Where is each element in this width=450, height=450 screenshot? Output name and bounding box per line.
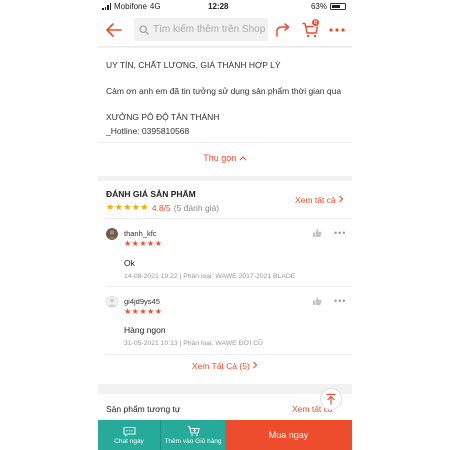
reviews-rating: ★★★★★ 4.8/5 (5 đánh giá) — [106, 202, 219, 213]
reviewer-name: gi4jd9ys45 — [124, 297, 160, 306]
back-arrow-icon[interactable] — [105, 21, 123, 39]
cart-count-badge: 6 — [311, 18, 320, 27]
avatar — [106, 296, 118, 308]
status-left: Mobifone 4G — [102, 2, 161, 11]
carrier-label: Mobifone — [114, 2, 147, 11]
review-text: Ok — [124, 258, 135, 268]
reviews-section: ĐÁNH GIÁ SẢN PHẨM ★★★★★ 4.8/5 (5 đánh gi… — [98, 181, 352, 384]
review-meta: 31-05-2021 10:13 | Phân loại: WAWE ĐỜI C… — [124, 340, 263, 347]
chat-now-button[interactable]: Chat ngay — [98, 420, 161, 450]
search-bar[interactable] — [134, 18, 268, 41]
share-icon[interactable] — [274, 21, 292, 39]
thumbs-up-icon[interactable] — [312, 228, 322, 238]
see-all-reviews-link[interactable]: Xem tất cả — [295, 195, 344, 205]
reviews-title: ĐÁNH GIÁ SẢN PHẨM — [106, 189, 196, 199]
status-bar: Mobifone 4G 12:28 63% — [98, 0, 352, 13]
add-to-cart-button[interactable]: Thêm vào Giỏ hàng — [161, 420, 225, 450]
more-options-icon[interactable] — [328, 21, 346, 39]
status-right: 63% — [311, 2, 346, 11]
rating-count: (5 đánh giá) — [173, 202, 220, 213]
clock: 12:28 — [208, 2, 229, 11]
similar-products-title: Sản phẩm tương tự — [106, 404, 181, 414]
review-item: thanh_kfc ★★★★★ ••• Ok 14-08-2021 19:22 … — [106, 228, 352, 288]
signal-icon — [102, 3, 111, 10]
network-label: 4G — [149, 2, 161, 11]
battery-percent: 63% — [310, 2, 327, 11]
chat-now-label: Chat ngay — [114, 437, 144, 445]
battery-icon — [330, 3, 346, 10]
divider — [106, 286, 352, 287]
description-line: XƯỞNG PÔ ĐỘ TÂN THÀNH — [106, 112, 220, 122]
add-to-cart-label: Thêm vào Giỏ hàng — [164, 438, 222, 445]
review-item: gi4jd9ys45 ★★★★★ ••• Hàng ngon 31-05-202… — [106, 296, 352, 356]
search-input[interactable] — [153, 24, 265, 35]
chevron-up-icon — [239, 156, 247, 161]
see-all-label: Xem tất cả — [294, 195, 336, 205]
description-line: UY TÍN, CHẤT LƯỢNG, GIÁ THÀNH HỢP LÝ — [106, 60, 281, 70]
add-to-cart-icon — [187, 426, 200, 437]
bottom-action-bar: Chat ngay Thêm vào Giỏ hàng Mua ngay — [98, 420, 352, 450]
collapse-label: Thu gọn — [203, 153, 237, 163]
thumbs-up-icon[interactable] — [312, 296, 322, 306]
avatar — [106, 228, 118, 240]
review-stars: ★★★★★ — [124, 307, 163, 316]
buy-now-button[interactable]: Mua ngay — [225, 420, 352, 450]
see-all-reviews-bottom-link[interactable]: Xem Tất Cả (5) — [98, 361, 352, 371]
review-more-icon[interactable]: ••• — [334, 296, 346, 306]
collapse-button[interactable]: Thu gọn — [98, 142, 352, 170]
rating-stars-icon: ★★★★★ — [106, 202, 149, 212]
divider — [106, 218, 352, 219]
phone-screen: Mobifone 4G 12:28 63% 6 — [98, 0, 352, 450]
description-line: Cảm ơn anh em đã tin tưởng sử dụng sản p… — [106, 86, 342, 96]
review-more-icon[interactable]: ••• — [334, 228, 346, 238]
chat-icon — [123, 426, 135, 436]
chevron-right-icon — [339, 195, 344, 203]
chevron-right-icon — [253, 361, 258, 369]
rating-score: 4.8/5 — [151, 202, 171, 213]
description-line: _Hotline: 0395810568 — [106, 126, 190, 136]
scroll-to-top-button[interactable] — [320, 388, 342, 410]
review-text: Hàng ngon — [124, 325, 166, 335]
divider — [106, 354, 352, 355]
review-stars: ★★★★★ — [124, 239, 163, 248]
see-all-bottom-label: Xem Tất Cả (5) — [191, 361, 250, 371]
arrow-up-icon — [326, 393, 336, 405]
reviewer-name: thanh_kfc — [124, 229, 157, 238]
search-icon — [139, 24, 149, 35]
buy-now-label: Mua ngay — [268, 430, 309, 440]
top-bar: 6 — [98, 13, 352, 47]
review-meta: 14-08-2021 19:22 | Phân loại: WAWE 2017-… — [124, 273, 296, 280]
